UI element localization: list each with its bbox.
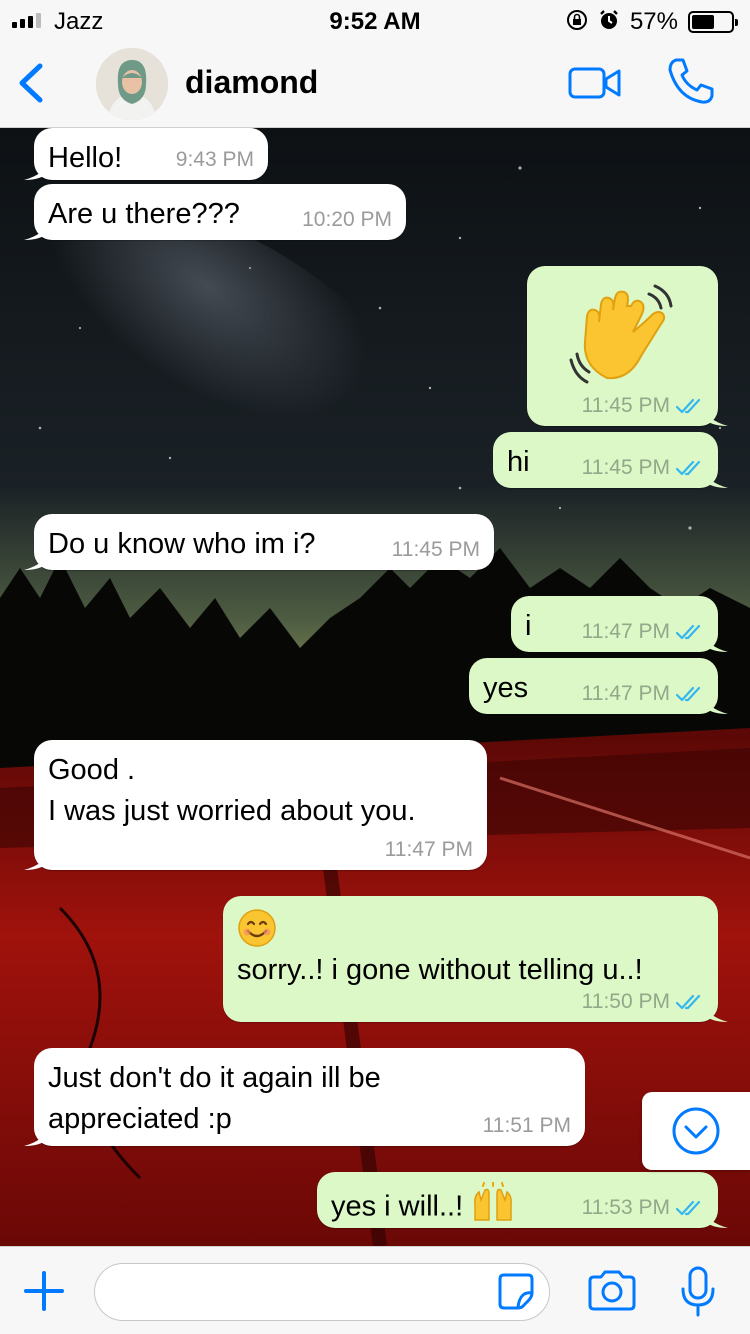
timestamp: 11:45 PM: [581, 394, 670, 417]
message-line: Hello!: [48, 142, 123, 174]
avatar[interactable]: [96, 48, 168, 120]
battery-level: [692, 15, 714, 29]
video-camera-icon[interactable]: [568, 64, 622, 102]
timestamp: 11:47 PM: [384, 838, 473, 861]
bubble-tail: [704, 1208, 728, 1228]
message-line: appreciated :p: [48, 1103, 232, 1135]
battery-percent: 57%: [629, 8, 678, 35]
bubble-tail: [704, 406, 728, 426]
incoming-message[interactable]: Do u know who im i? 11:45 PM: [24, 514, 494, 570]
message-line: yes: [483, 672, 529, 704]
message-line: Do u know who im i?: [48, 528, 316, 560]
message-time: 11:51 PM: [483, 1114, 571, 1138]
phone-icon[interactable]: [666, 56, 716, 106]
message-time: 11:53 PM: [582, 1196, 704, 1220]
timestamp: 11:53 PM: [581, 1196, 670, 1219]
waving-hand-emoji-icon: [569, 280, 679, 390]
sticker-icon[interactable]: [496, 1271, 536, 1311]
incoming-message[interactable]: Just don't do it again ill be appreciated…: [24, 1048, 585, 1146]
message-line: yes i will..!: [331, 1190, 464, 1223]
read-ticks-icon: [676, 1200, 701, 1216]
timestamp: 11:47 PM: [581, 682, 670, 705]
bubble-tail: [704, 632, 728, 652]
timestamp: 11:51 PM: [482, 1114, 571, 1137]
bubble-tail: [704, 1002, 728, 1022]
chevron-down-circle-icon[interactable]: [642, 1092, 750, 1170]
read-ticks-icon: [676, 624, 701, 640]
message-text: Just don't do it again ill be appreciated…: [48, 1058, 381, 1140]
outgoing-message[interactable]: yes 11:47 PM: [469, 658, 728, 714]
message-text: Do u know who im i?: [48, 524, 316, 565]
chevron-left-icon[interactable]: [12, 58, 52, 108]
message-line: Just don't do it again ill be: [48, 1062, 381, 1094]
message-input[interactable]: [94, 1263, 550, 1321]
incoming-message[interactable]: Hello! 9:43 PM: [24, 128, 268, 180]
message-text: hi: [507, 442, 530, 483]
bubble-tail: [24, 550, 48, 570]
message-time: 11:47 PM: [582, 682, 704, 706]
outgoing-message[interactable]: i 11:47 PM: [511, 596, 728, 652]
bubble-tail: [24, 850, 48, 870]
battery-icon: [688, 11, 738, 33]
microphone-icon[interactable]: [680, 1265, 716, 1319]
incoming-message[interactable]: Good . I was just worried about you. 11:47…: [24, 740, 487, 870]
message-line: Are u there???: [48, 198, 240, 230]
rotation-lock-icon: [566, 9, 588, 36]
message-time: 11:50 PM: [582, 990, 704, 1014]
smiling-face-emoji-icon: [237, 906, 643, 950]
input-bar: [0, 1246, 750, 1334]
message-line: sorry..! i gone without telling u..!: [237, 954, 643, 986]
raising-hands-emoji-icon: [471, 1181, 515, 1234]
message-text: Are u there???: [48, 194, 240, 235]
read-ticks-icon: [676, 460, 701, 476]
alarm-icon: [598, 9, 620, 36]
camera-icon[interactable]: [586, 1269, 638, 1313]
scroll-down-button[interactable]: [642, 1092, 750, 1170]
timestamp: 9:43 PM: [175, 148, 254, 171]
outgoing-message[interactable]: hi 11:45 PM: [493, 432, 728, 488]
timestamp: 11:50 PM: [581, 990, 670, 1013]
message-time: 11:45 PM: [582, 456, 704, 480]
timestamp: 10:20 PM: [302, 208, 392, 231]
timestamp: 11:47 PM: [581, 620, 670, 643]
message-text: Hello!: [48, 138, 122, 179]
bubble-tail: [24, 160, 48, 180]
outgoing-message[interactable]: yes i will..! 11:53 PM: [317, 1172, 728, 1228]
timestamp: 11:45 PM: [391, 538, 480, 561]
message-line: i: [525, 610, 532, 642]
read-ticks-icon: [676, 686, 701, 702]
message-line: I was just worried about you.: [48, 795, 416, 827]
bubble-tail: [24, 220, 48, 240]
incoming-message[interactable]: Are u there??? 10:20 PM: [24, 184, 406, 240]
read-ticks-icon: [676, 398, 701, 414]
message-text: i: [525, 606, 531, 647]
message-time: 10:20 PM: [302, 208, 392, 232]
read-ticks-icon: [676, 994, 701, 1010]
message-text: yes i will..!: [331, 1181, 515, 1234]
message-time: 11:45 PM: [582, 394, 704, 418]
bubble-tail: [24, 1126, 48, 1146]
message-text: Good . I was just worried about you.: [48, 750, 416, 832]
message-time: 11:45 PM: [392, 538, 480, 562]
message-time: 11:47 PM: [582, 620, 704, 644]
outgoing-message[interactable]: sorry..! i gone without telling u..! 11:5…: [223, 896, 728, 1022]
plus-icon[interactable]: [22, 1269, 66, 1313]
bubble-tail: [704, 694, 728, 714]
outgoing-message[interactable]: 11:45 PM: [527, 266, 728, 426]
timestamp: 11:45 PM: [581, 456, 670, 479]
message-text: sorry..! i gone without telling u..!: [237, 906, 643, 991]
chat-area[interactable]: Hello! 9:43 PM Are u there??? 10:20 PM 11:45…: [0, 128, 750, 1246]
bubble-tail: [704, 468, 728, 488]
status-bar: Jazz 9:52 AM 57%: [0, 0, 750, 40]
chat-header: diamond: [0, 40, 750, 128]
message-time: 9:43 PM: [176, 148, 254, 172]
message-text: yes: [483, 668, 528, 709]
message-time: 11:47 PM: [385, 838, 473, 862]
message-line: hi: [507, 446, 530, 478]
contact-name[interactable]: diamond: [185, 64, 318, 101]
message-line: Good .: [48, 754, 136, 786]
